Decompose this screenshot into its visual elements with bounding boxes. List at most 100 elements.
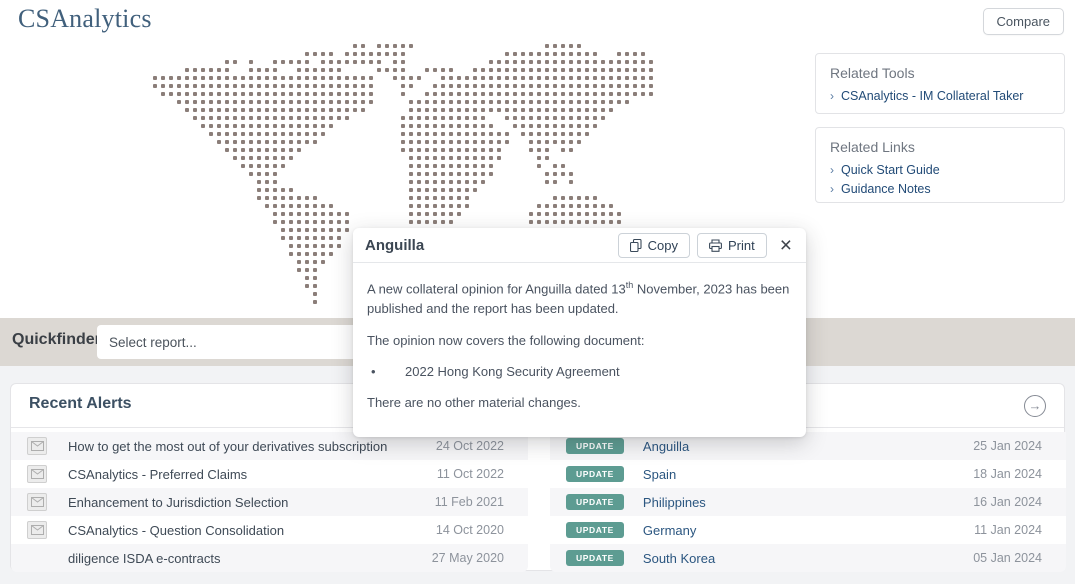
country-link[interactable]: Anguilla <box>643 439 689 454</box>
close-icon[interactable]: × <box>778 235 794 256</box>
map-dot <box>305 76 309 80</box>
map-dot <box>457 108 461 112</box>
map-dot <box>473 108 477 112</box>
country-link[interactable]: Spain <box>643 467 676 482</box>
map-dot <box>457 76 461 80</box>
map-dot <box>537 132 541 136</box>
map-dot <box>457 212 461 216</box>
map-dot <box>401 116 405 120</box>
map-dot <box>473 140 477 144</box>
map-dot <box>585 132 589 136</box>
map-dot <box>297 76 301 80</box>
map-dot <box>361 100 365 104</box>
map-dot <box>257 108 261 112</box>
map-dot <box>465 188 469 192</box>
map-dot <box>297 196 301 200</box>
map-dot <box>585 116 589 120</box>
map-dot <box>569 124 573 128</box>
map-dot <box>585 108 589 112</box>
map-dot <box>625 68 629 72</box>
map-dot <box>273 156 277 160</box>
map-dot <box>473 92 477 96</box>
country-link[interactable]: Philippines <box>643 495 706 510</box>
map-dot <box>289 124 293 128</box>
alert-row[interactable]: diligence ISDA e-contracts 27 May 2020 <box>11 544 528 572</box>
map-dot <box>561 132 565 136</box>
map-dot <box>177 100 181 104</box>
map-dot <box>449 68 453 72</box>
map-dot <box>441 164 445 168</box>
map-dot <box>473 116 477 120</box>
map-dot <box>289 132 293 136</box>
map-dot <box>561 140 565 144</box>
copy-button[interactable]: Copy <box>618 233 690 258</box>
map-dot <box>577 212 581 216</box>
map-dot <box>529 212 533 216</box>
mail-icon <box>27 521 47 539</box>
map-dot <box>577 220 581 224</box>
map-dot <box>353 92 357 96</box>
map-dot <box>433 140 437 144</box>
modal-actions: Copy Print × <box>618 233 794 258</box>
map-dot <box>345 228 349 232</box>
map-dot <box>233 148 237 152</box>
map-dot <box>377 60 381 64</box>
alert-row[interactable]: UPDATE Germany 11 Jan 2024 <box>550 516 1066 544</box>
map-dot <box>553 212 557 216</box>
map-dot <box>289 92 293 96</box>
alert-row[interactable]: Enhancement to Jurisdiction Selection 11… <box>11 488 528 516</box>
map-dot <box>305 252 309 256</box>
map-dot <box>537 84 541 88</box>
anguilla-alert-modal: Anguilla Copy Print × A new collateral o… <box>353 228 806 437</box>
map-dot <box>505 52 509 56</box>
link-guidance-notes[interactable]: › Guidance Notes <box>830 182 1050 196</box>
map-dot <box>545 140 549 144</box>
arrow-right-circle-icon[interactable]: → <box>1024 395 1046 417</box>
map-dot <box>457 188 461 192</box>
map-dot <box>241 84 245 88</box>
map-dot <box>313 236 317 240</box>
map-dot <box>545 92 549 96</box>
map-dot <box>457 164 461 168</box>
map-dot <box>449 188 453 192</box>
country-link[interactable]: Germany <box>643 523 696 538</box>
map-dot <box>457 116 461 120</box>
map-dot <box>409 212 413 216</box>
chevron-right-icon: › <box>830 183 834 195</box>
map-dot <box>273 124 277 128</box>
map-dot <box>369 76 373 80</box>
map-dot <box>505 100 509 104</box>
alert-row[interactable]: UPDATE South Korea 05 Jan 2024 <box>550 544 1066 572</box>
map-dot <box>305 196 309 200</box>
alert-row[interactable]: CSAnalytics - Question Consolidation 14 … <box>11 516 528 544</box>
print-button[interactable]: Print <box>697 233 767 258</box>
alert-row[interactable]: CSAnalytics - Preferred Claims 11 Oct 20… <box>11 460 528 488</box>
map-dot <box>329 100 333 104</box>
map-dot <box>593 124 597 128</box>
map-dot <box>593 196 597 200</box>
map-dot <box>249 116 253 120</box>
alert-date: 18 Jan 2024 <box>973 467 1042 481</box>
map-dot <box>313 124 317 128</box>
map-dot <box>297 92 301 96</box>
alert-row[interactable]: UPDATE Philippines 16 Jan 2024 <box>550 488 1066 516</box>
map-dot <box>505 132 509 136</box>
map-dot <box>313 292 317 296</box>
map-dot <box>305 220 309 224</box>
map-dot <box>361 92 365 96</box>
alert-title: How to get the most out of your derivati… <box>68 439 387 454</box>
map-dot <box>481 84 485 88</box>
map-dot <box>465 108 469 112</box>
chevron-right-icon: › <box>830 164 834 176</box>
link-im-collateral-taker[interactable]: › CSAnalytics - IM Collateral Taker <box>830 89 1050 103</box>
alert-row[interactable]: UPDATE Spain 18 Jan 2024 <box>550 460 1066 488</box>
map-dot <box>257 100 261 104</box>
map-dot <box>433 108 437 112</box>
compare-button[interactable]: Compare <box>983 8 1064 35</box>
map-dot <box>185 68 189 72</box>
country-link[interactable]: South Korea <box>643 551 715 566</box>
map-dot <box>329 68 333 72</box>
link-quick-start-guide[interactable]: › Quick Start Guide <box>830 163 1050 177</box>
map-dot <box>433 84 437 88</box>
map-dot <box>257 180 261 184</box>
